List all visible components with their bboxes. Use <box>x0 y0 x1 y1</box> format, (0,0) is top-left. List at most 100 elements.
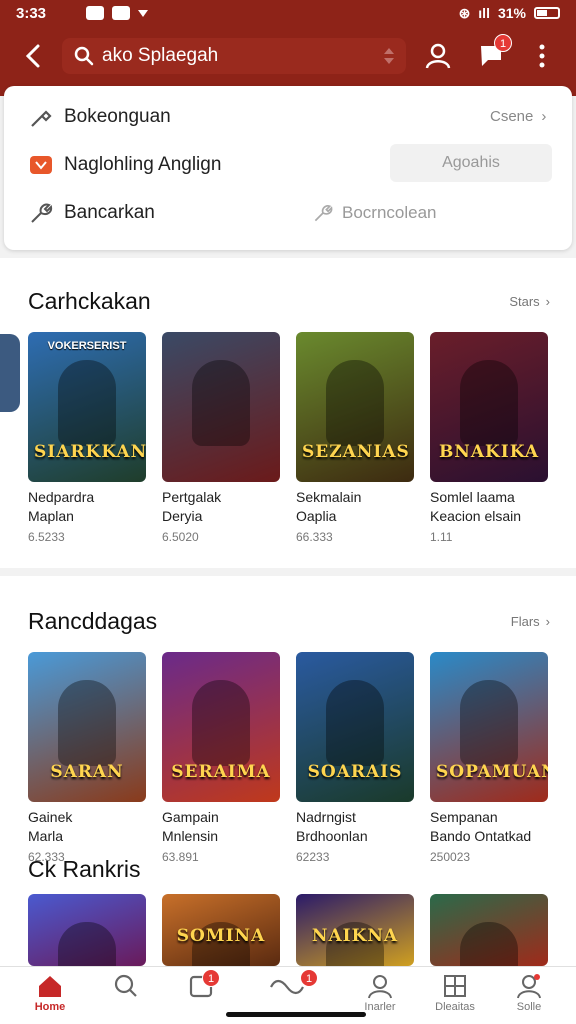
menu-row-2-label: Naglohling Anglign <box>64 154 222 175</box>
game-title-line: Mnlensin <box>162 828 219 844</box>
dropdown-icon <box>138 10 148 17</box>
game-title-line: Pertgalak <box>162 489 222 505</box>
profile-icon <box>517 974 541 999</box>
nav-inbox[interactable]: 1 <box>166 969 236 1001</box>
game-tile[interactable]: SOPAMUAN Sempanan Bando Ontatkad 250023 <box>430 652 548 864</box>
nav-home[interactable]: Home <box>15 973 85 1013</box>
nav-grid-label: Dleaitas <box>435 1001 475 1013</box>
tool-icon <box>31 203 53 223</box>
nav-inbox-badge: 1 <box>202 969 220 987</box>
message-icon <box>112 6 130 20</box>
game-thumbnail: SEZANIAS <box>296 332 414 482</box>
game-logo: SOMINA <box>176 926 266 946</box>
game-title-line: Sempanan <box>430 809 498 825</box>
game-title-line: Bando Ontatkad <box>430 828 532 844</box>
section-1-more-link[interactable]: Stars › <box>509 294 550 309</box>
nav-search[interactable] <box>91 973 161 1001</box>
game-tile[interactable]: SEZANIAS Sekmalain Oaplia 66.333 <box>296 332 414 544</box>
home-icon <box>39 976 61 997</box>
character-art <box>326 680 384 766</box>
menu-row-3-link[interactable]: Bocrncolean <box>312 202 437 224</box>
game-logo: NAIKNA <box>311 926 399 946</box>
game-tile[interactable]: Pertgalak Deryia 6.5020 <box>162 332 280 544</box>
game-price: 66.333 <box>296 530 333 544</box>
game-tile[interactable]: SOARAIS Nadrngist Brdhoonlan 62233 <box>296 652 414 864</box>
nav-games[interactable]: 1 <box>252 969 322 1001</box>
game-title-line: Gampain <box>162 809 219 825</box>
account-icon[interactable] <box>422 40 454 72</box>
game-tile[interactable]: SOMINA <box>162 894 280 966</box>
game-logo: SERAIMA <box>171 762 271 782</box>
game-thumbnail <box>162 332 280 482</box>
section-2-more-label: Flars <box>510 614 540 629</box>
search-icon <box>74 46 94 66</box>
game-tile[interactable]: SARAN Gainek Marla 62.333 <box>28 652 146 864</box>
game-title-line: Oaplia <box>296 508 337 524</box>
messages-button[interactable]: 1 <box>476 34 512 74</box>
game-price: 1.11 <box>430 530 453 544</box>
user-icon <box>368 975 392 999</box>
nav-user[interactable]: Inarler <box>345 973 415 1013</box>
game-tile[interactable] <box>28 894 146 966</box>
search-icon <box>114 974 137 997</box>
home-indicator[interactable] <box>226 1012 366 1017</box>
game-tile[interactable]: BNAKIKA Somlel laama Keacion elsain 1.11 <box>430 332 548 544</box>
game-title-line: Keacion elsain <box>430 508 522 524</box>
status-time: 3:33 <box>16 4 47 22</box>
character-art <box>460 360 518 446</box>
chevron-right-icon: › <box>541 108 547 125</box>
grid-icon <box>444 975 466 997</box>
game-thumbnail: SOPAMUAN <box>430 652 548 802</box>
nav-grid[interactable]: Dleaitas <box>420 973 490 1013</box>
game-tile[interactable]: VOKERSERIST SIARKKAN Nedpardra Maplan 6.5233 <box>28 332 146 544</box>
alarm-icon: ⊛ <box>458 4 471 21</box>
menu-row-1[interactable]: Bokeonguan <box>28 104 171 130</box>
wrench-icon <box>31 110 52 127</box>
character-art <box>460 680 518 766</box>
game-tile[interactable] <box>430 894 548 966</box>
character-art <box>460 922 518 966</box>
notification-badge: 1 <box>494 34 512 52</box>
status-bar: 3:33 ⊛ ıll 31% <box>0 0 576 26</box>
notification-icon <box>86 6 104 20</box>
more-vert-icon[interactable] <box>526 40 558 72</box>
game-tile[interactable]: NAIKNA <box>296 894 414 966</box>
game-logo: BNAKIKA <box>438 442 540 462</box>
section-2-title: Rancddagas <box>28 608 158 634</box>
game-title-line: Marla <box>28 828 64 844</box>
game-thumbnail <box>430 894 548 966</box>
nav-user-label: Inarler <box>364 1001 396 1013</box>
search-text: ako Splaegah <box>102 45 219 66</box>
game-logo: SEZANIAS <box>302 442 410 462</box>
back-arrow-icon[interactable] <box>18 40 50 72</box>
game-logo: SOARAIS <box>307 762 403 782</box>
game-price: 6.5233 <box>28 530 65 544</box>
menu-row-2-button[interactable]: Agoahis <box>390 144 552 182</box>
game-logo: SARAN <box>50 762 124 782</box>
game-price: 63.891 <box>162 850 199 864</box>
menu-row-1-right: Csene <box>490 108 534 125</box>
carousel-prev-item[interactable] <box>0 334 20 412</box>
game-thumbnail: NAIKNA <box>296 894 414 966</box>
sort-icon[interactable] <box>382 47 396 65</box>
game-title-line: Nedpardra <box>28 489 95 505</box>
menu-row-1-link[interactable]: Csene › <box>490 108 546 125</box>
section-1-title: Carhckakan <box>28 288 151 314</box>
section-1-more-label: Stars <box>509 294 540 309</box>
game-price: 62233 <box>296 850 330 864</box>
menu-row-3-label: Bancarkan <box>64 202 155 223</box>
menu-row-2[interactable]: Naglohling Anglign <box>28 152 221 178</box>
nav-home-label: Home <box>34 1001 66 1013</box>
menu-row-3[interactable]: Bancarkan <box>28 200 155 226</box>
battery-icon <box>534 7 560 19</box>
game-tile[interactable]: SERAIMA Gampain Mnlensin 63.891 <box>162 652 280 864</box>
menu-row-1-label: Bokeonguan <box>64 106 171 127</box>
chevron-right-icon: › <box>545 294 550 309</box>
game-title-line: Gainek <box>28 809 73 825</box>
search-input[interactable]: ako Splaegah <box>62 38 406 74</box>
section-2-more-link[interactable]: Flars › <box>511 614 550 629</box>
nav-profile[interactable]: Solle <box>494 973 564 1013</box>
game-thumbnail: SOARAIS <box>296 652 414 802</box>
tool-icon <box>314 205 333 222</box>
game-thumbnail <box>28 894 146 966</box>
